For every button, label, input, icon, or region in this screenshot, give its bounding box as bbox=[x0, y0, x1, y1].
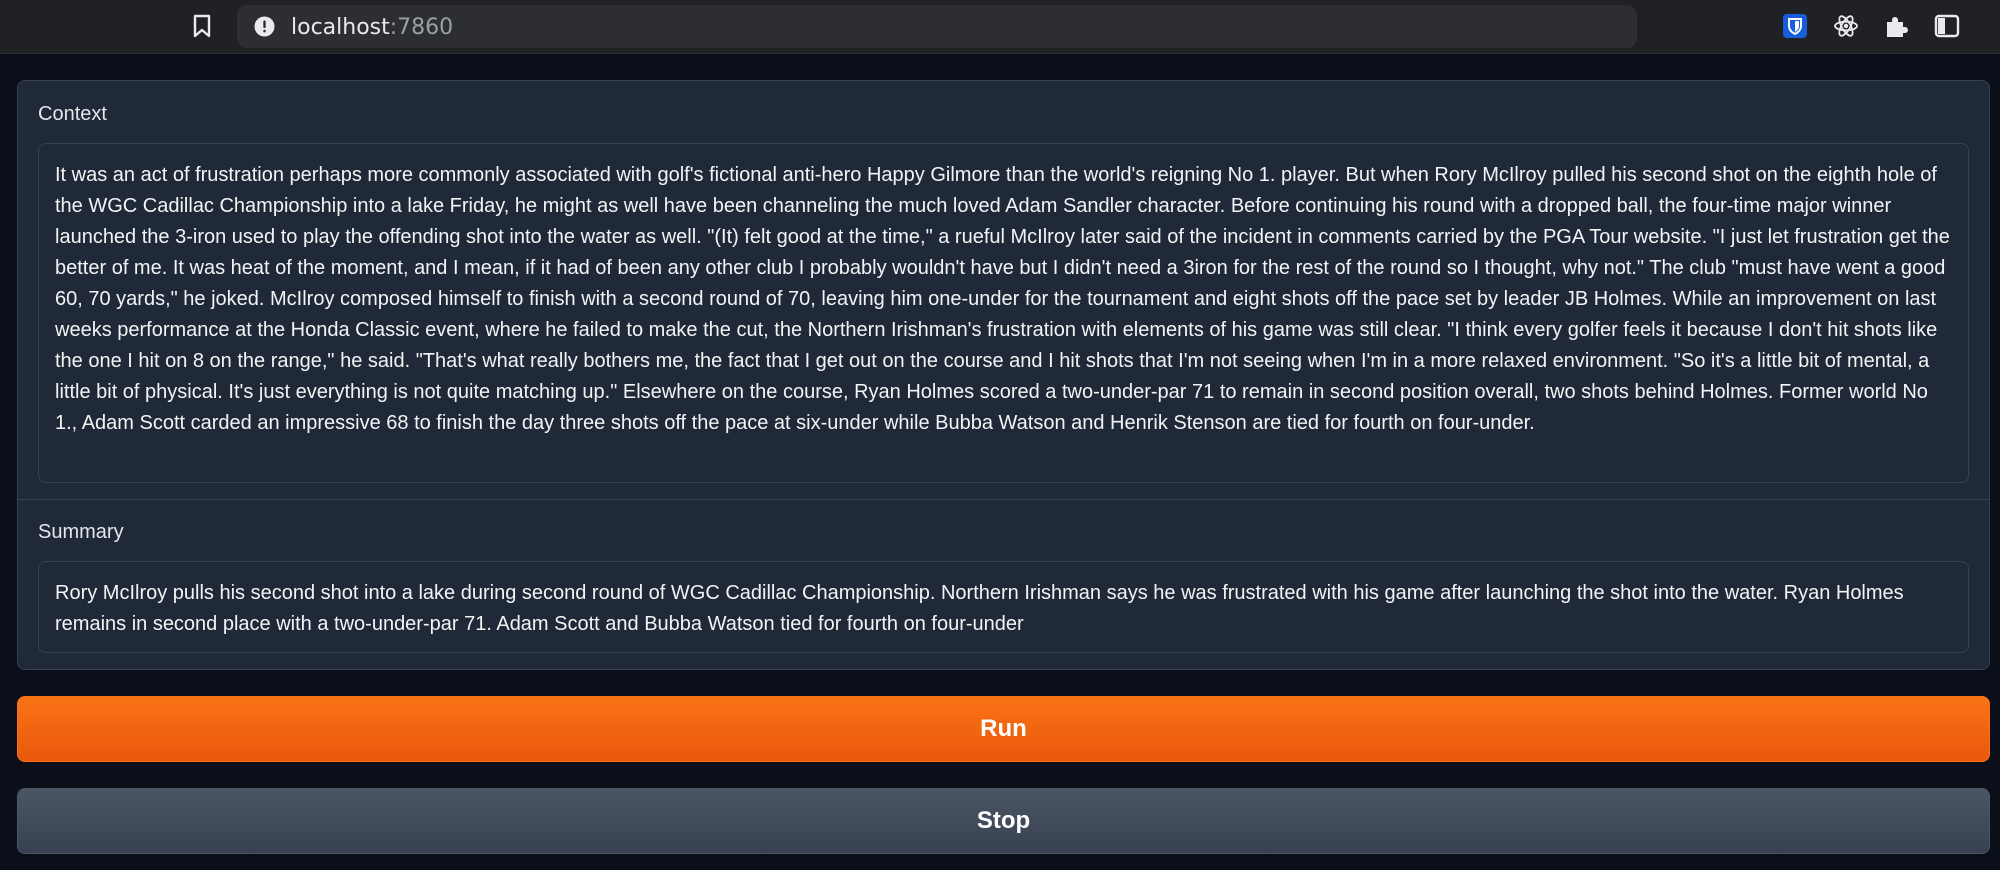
panel-divider bbox=[18, 499, 1989, 500]
extensions-icon[interactable] bbox=[1883, 13, 1909, 39]
bitwarden-icon[interactable] bbox=[1782, 13, 1808, 39]
info-icon[interactable] bbox=[254, 16, 275, 37]
bookmark-icon[interactable] bbox=[191, 14, 213, 38]
run-button[interactable]: Run bbox=[17, 696, 1990, 762]
react-devtools-icon[interactable] bbox=[1833, 13, 1859, 39]
url-text: localhost:7860 bbox=[291, 15, 453, 40]
url-port: :7860 bbox=[389, 15, 454, 40]
side-panel-icon[interactable] bbox=[1934, 13, 1960, 39]
url-host: localhost bbox=[291, 15, 390, 40]
summary-textarea[interactable]: Rory McIlroy pulls his second shot into … bbox=[38, 561, 1969, 653]
stop-button[interactable]: Stop bbox=[17, 788, 1990, 854]
context-label: Context bbox=[38, 103, 107, 125]
context-textarea[interactable]: It was an act of frustration perhaps mor… bbox=[38, 143, 1969, 483]
summary-label: Summary bbox=[38, 521, 124, 543]
input-output-panel: Context It was an act of frustration per… bbox=[17, 80, 1990, 670]
address-bar[interactable]: localhost:7860 bbox=[237, 5, 1637, 48]
browser-toolbar: localhost:7860 bbox=[0, 0, 2000, 54]
